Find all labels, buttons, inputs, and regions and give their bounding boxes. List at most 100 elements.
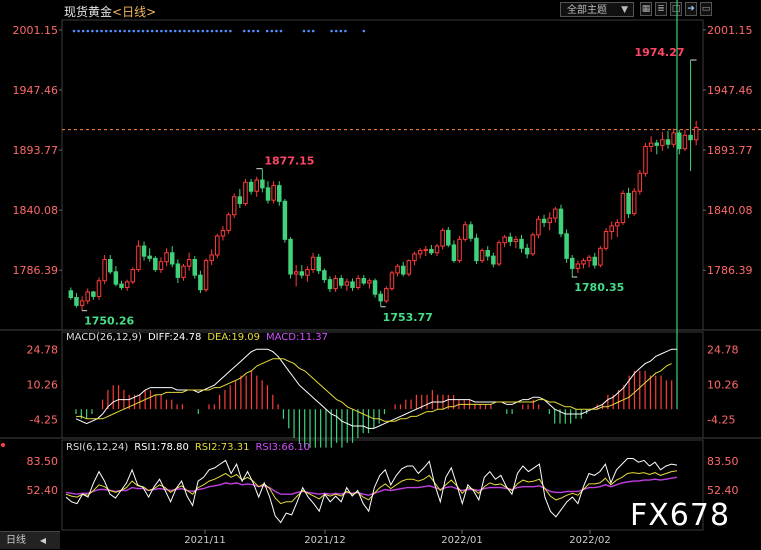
candle-body xyxy=(654,142,659,146)
candle-body xyxy=(643,145,648,174)
event-marker-dot xyxy=(114,29,117,33)
candle-body xyxy=(620,192,626,224)
candle-body xyxy=(637,172,643,192)
chart-svg: 2001.15 2001.15 1947.46 1947.46 1893.77 1893.… xyxy=(0,0,761,546)
chart-stage: 现货黄金<日线> 全部主题 ▼ ▦ ≣ □ ➜ ▭ 2001.15 2001.15… xyxy=(0,0,761,549)
rsi-title: RSI(6,12,24) xyxy=(66,442,129,453)
candle-body xyxy=(333,278,338,290)
candle-body xyxy=(316,256,321,272)
candle-body xyxy=(406,260,412,275)
candle-body xyxy=(491,255,496,265)
candle-body xyxy=(485,250,490,257)
candle-body xyxy=(355,278,361,288)
event-marker-dot xyxy=(247,29,251,33)
candle-body xyxy=(417,250,423,255)
rsi1-line xyxy=(65,458,678,524)
candle-body xyxy=(479,250,485,262)
rsi1-label: RSI1:78.80 xyxy=(134,442,189,453)
macd-tick-label-left: 24.78 xyxy=(27,344,59,357)
candle-body xyxy=(136,245,141,271)
candle-body xyxy=(248,181,254,192)
candle-body xyxy=(254,179,259,192)
candle-body xyxy=(175,263,181,278)
candle-body xyxy=(153,257,158,271)
candle-body xyxy=(677,132,682,150)
event-marker-dot xyxy=(132,29,136,33)
rsi3-label: RSI3:66.10 xyxy=(255,442,311,453)
candle-body xyxy=(119,283,124,288)
price-tick-label-left: 1893.77 xyxy=(13,144,59,157)
candle-body xyxy=(310,256,316,271)
price-tick-label-left: 1840.08 xyxy=(13,204,59,217)
candle-body xyxy=(350,281,355,288)
event-marker-dot xyxy=(118,29,122,33)
candle-body xyxy=(592,256,598,266)
candle-body xyxy=(440,229,445,247)
event-marker-dot xyxy=(123,29,126,33)
candle-body xyxy=(288,238,293,275)
event-marker-dot xyxy=(183,29,186,33)
candle-body xyxy=(282,200,288,240)
event-marker-dot xyxy=(307,29,310,33)
candle-body xyxy=(530,234,536,255)
event-marker-dot xyxy=(252,29,255,33)
macd-title: MACD(26,12,9) xyxy=(66,332,142,343)
candle-body xyxy=(327,279,333,290)
event-marker-dot xyxy=(169,29,172,33)
event-marker-dot xyxy=(104,29,108,33)
candle-body xyxy=(271,185,276,201)
candle-body xyxy=(215,235,220,256)
candle-body xyxy=(372,280,378,295)
candle-body xyxy=(108,258,113,273)
event-marker-dot xyxy=(141,29,145,33)
event-marker-dot xyxy=(150,29,154,33)
candle-body xyxy=(226,214,231,231)
rsi-legend: RSI(6,12,24) RSI1:78.80 RSI2:73.31 RSI3:66.… xyxy=(66,442,316,453)
event-marker-dot xyxy=(210,29,214,33)
event-marker-dot xyxy=(91,29,94,33)
candle-body xyxy=(344,281,350,286)
candle-body xyxy=(682,134,688,150)
period-tab-arrow-icon: ◀ xyxy=(39,536,46,545)
candle-body xyxy=(519,238,524,249)
event-marker-dot xyxy=(100,29,103,33)
candle-body xyxy=(147,255,152,259)
candle-body xyxy=(446,229,451,246)
event-marker-dot xyxy=(270,29,274,33)
event-marker-dot xyxy=(215,29,218,33)
rsi-tick-label-left: 83.50 xyxy=(27,455,59,468)
price-tick-label-left: 2001.15 xyxy=(13,24,59,37)
event-marker-dot xyxy=(229,29,232,33)
candle-body xyxy=(502,236,507,244)
macd-legend: MACD(26,12,9) DIFF:24.78 DEA:19.09 MACD:11.… xyxy=(66,332,334,343)
x-axis-label: 2021/11 xyxy=(184,535,226,546)
event-marker-dot xyxy=(77,29,80,33)
candle-body xyxy=(547,217,552,224)
candle-body xyxy=(513,238,519,243)
x-axis-label: 2021/12 xyxy=(304,535,346,546)
panel-frame xyxy=(61,331,704,439)
candle-body xyxy=(536,218,541,236)
rsi-tick-label-right: 52.40 xyxy=(707,484,739,497)
price-tick-label-right: 1840.08 xyxy=(707,204,753,217)
event-marker-dot xyxy=(275,29,278,33)
candle-body xyxy=(648,142,654,147)
event-marker-dot xyxy=(72,29,76,33)
event-marker-dot xyxy=(86,29,90,33)
candle-body xyxy=(299,271,305,276)
event-marker-dot xyxy=(192,29,195,33)
event-marker-dot xyxy=(173,29,177,33)
price-tick-label-left: 1947.46 xyxy=(13,84,59,97)
macd-dea-label: DEA:19.09 xyxy=(207,332,261,343)
candle-body xyxy=(203,260,209,291)
candle-body xyxy=(124,281,130,288)
candle-body xyxy=(164,252,169,263)
candle-body xyxy=(434,245,440,254)
period-tab[interactable]: 日线 ◀ xyxy=(0,531,60,549)
candle-body xyxy=(91,291,96,297)
price-tick-label-right: 1786.39 xyxy=(707,264,753,277)
candle-body xyxy=(209,254,214,262)
candle-body xyxy=(220,229,226,237)
candle-body xyxy=(74,297,79,306)
candle-body xyxy=(367,280,372,284)
